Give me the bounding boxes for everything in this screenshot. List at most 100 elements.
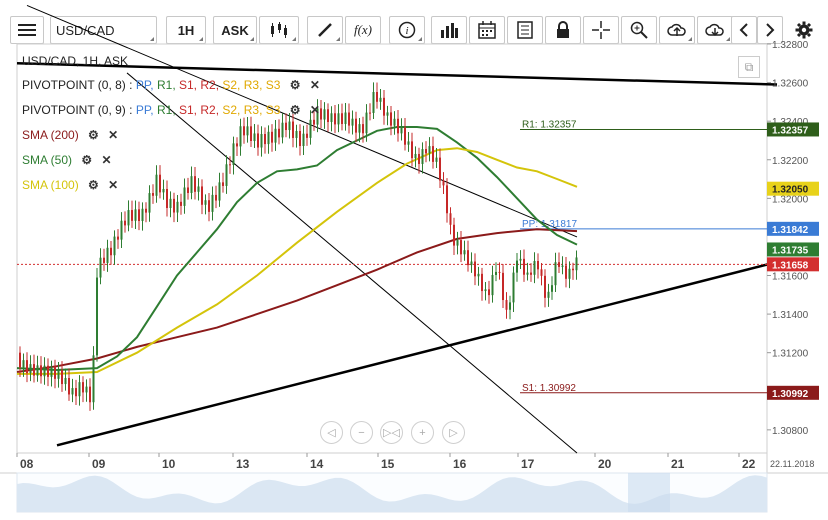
candle-body — [565, 265, 567, 279]
sma50-settings-icon[interactable]: ⚙ — [81, 153, 92, 167]
candle-body — [29, 364, 32, 374]
candle-body — [425, 149, 427, 154]
x-tick-label: 16 — [453, 457, 467, 471]
candle-body — [435, 157, 438, 162]
sma200-settings-icon[interactable]: ⚙ — [88, 128, 99, 142]
pivot1-close-icon[interactable]: ✕ — [310, 78, 320, 92]
candle-body — [278, 128, 280, 138]
candle-body — [362, 124, 364, 134]
candle-body — [26, 360, 28, 374]
pivot-level-label: S3 — [265, 103, 284, 117]
candle-body — [176, 201, 179, 213]
candle-body — [232, 143, 235, 165]
candle-body — [421, 149, 424, 164]
pivot2-sep: : — [129, 103, 133, 117]
nav-prev-button[interactable]: ◁ — [320, 421, 343, 444]
sma200-close-icon[interactable]: ✕ — [108, 128, 118, 142]
sma100-settings-icon[interactable]: ⚙ — [88, 178, 99, 192]
pivot2-settings-icon[interactable]: ⚙ — [290, 103, 301, 117]
candle-body — [106, 247, 109, 263]
legend-header: USD/CAD, 1H, ASK — [22, 54, 129, 68]
candle-body — [103, 257, 105, 263]
candle-body — [516, 260, 518, 273]
candle-body — [341, 113, 343, 125]
candle-body — [449, 213, 452, 225]
candle-body — [369, 112, 371, 114]
candle-body — [575, 257, 578, 271]
candle-body — [50, 366, 53, 377]
zoom-out-button[interactable]: − — [350, 421, 373, 444]
candle-body — [523, 258, 525, 275]
sma100-close-icon[interactable]: ✕ — [108, 178, 118, 192]
candle-body — [474, 261, 476, 277]
candle-body — [246, 126, 249, 136]
candle-body — [306, 133, 308, 138]
x-tick-label: 08 — [20, 457, 34, 471]
candle-body — [36, 365, 39, 376]
candle-body — [418, 153, 420, 164]
candle-body — [190, 176, 193, 193]
price-tag-label: 1.32357 — [772, 125, 809, 136]
candle-body — [99, 257, 102, 278]
sma50-close-icon[interactable]: ✕ — [101, 153, 111, 167]
pivot1-levels: PP, R1, S1, R2, S2, R3, S3 — [136, 78, 284, 92]
candle-body — [239, 126, 242, 147]
candle-body — [288, 121, 291, 131]
candle-body — [43, 365, 46, 377]
candle-body — [250, 126, 252, 142]
x-tick-label: 20 — [598, 457, 612, 471]
pivot2-close-icon[interactable]: ✕ — [310, 103, 320, 117]
x-tick-label: 21 — [671, 457, 685, 471]
popout-icon[interactable]: ⧉ — [738, 56, 760, 78]
sma50-label: SMA (50) — [22, 153, 73, 167]
legend-pivot2: PIVOTPOINT (0, 9) : PP, R1, S1, R2, S2, … — [22, 103, 320, 117]
candle-body — [544, 275, 546, 298]
pivot-level-label: PP, — [135, 103, 157, 117]
candle-body — [292, 121, 294, 138]
candle-body — [348, 112, 350, 126]
candle-body — [117, 236, 119, 240]
pivot1-settings-icon[interactable]: ⚙ — [290, 78, 301, 92]
candle-body — [131, 210, 133, 221]
candle-body — [439, 157, 441, 181]
candle-body — [57, 370, 60, 379]
candle-body — [428, 146, 431, 154]
candle-body — [519, 258, 522, 261]
candle-body — [467, 250, 469, 266]
fit-button[interactable]: ▷◁ — [380, 421, 403, 444]
candle-body — [351, 118, 354, 126]
candle-body — [330, 113, 333, 123]
candle-body — [463, 250, 466, 255]
nav-next-button[interactable]: ▷ — [442, 421, 465, 444]
pivot-level-label: S2, — [222, 103, 244, 117]
candle-body — [442, 180, 445, 186]
candle-body — [82, 382, 84, 393]
candle-body — [404, 127, 406, 145]
candle-body — [169, 198, 172, 209]
legend-sma50: SMA (50) ⚙ ✕ — [22, 153, 112, 167]
candle-body — [302, 133, 305, 147]
candle-body — [225, 164, 228, 186]
candle-body — [183, 187, 186, 206]
candle-body — [110, 247, 112, 256]
candle-body — [484, 289, 487, 292]
candle-body — [173, 198, 175, 213]
candle-body — [379, 97, 382, 102]
candle-body — [134, 209, 137, 221]
y-tick-label: 1.31200 — [772, 349, 809, 360]
candle-body — [218, 182, 221, 201]
candle-body — [243, 126, 245, 136]
legend-pivot1: PIVOTPOINT (0, 8) : PP, R1, S1, R2, S2, … — [22, 78, 320, 92]
candle-body — [460, 240, 462, 255]
candle-body — [327, 109, 329, 123]
zoom-in-button[interactable]: + — [411, 421, 434, 444]
candle-body — [533, 261, 536, 275]
candle-body — [498, 271, 501, 273]
candle-body — [568, 268, 571, 279]
candle-body — [491, 274, 494, 296]
candle-body — [138, 209, 140, 221]
candle-body — [71, 388, 74, 395]
candle-body — [558, 262, 560, 267]
pivot-level-label: R3, — [243, 78, 266, 92]
candle-body — [407, 141, 410, 145]
